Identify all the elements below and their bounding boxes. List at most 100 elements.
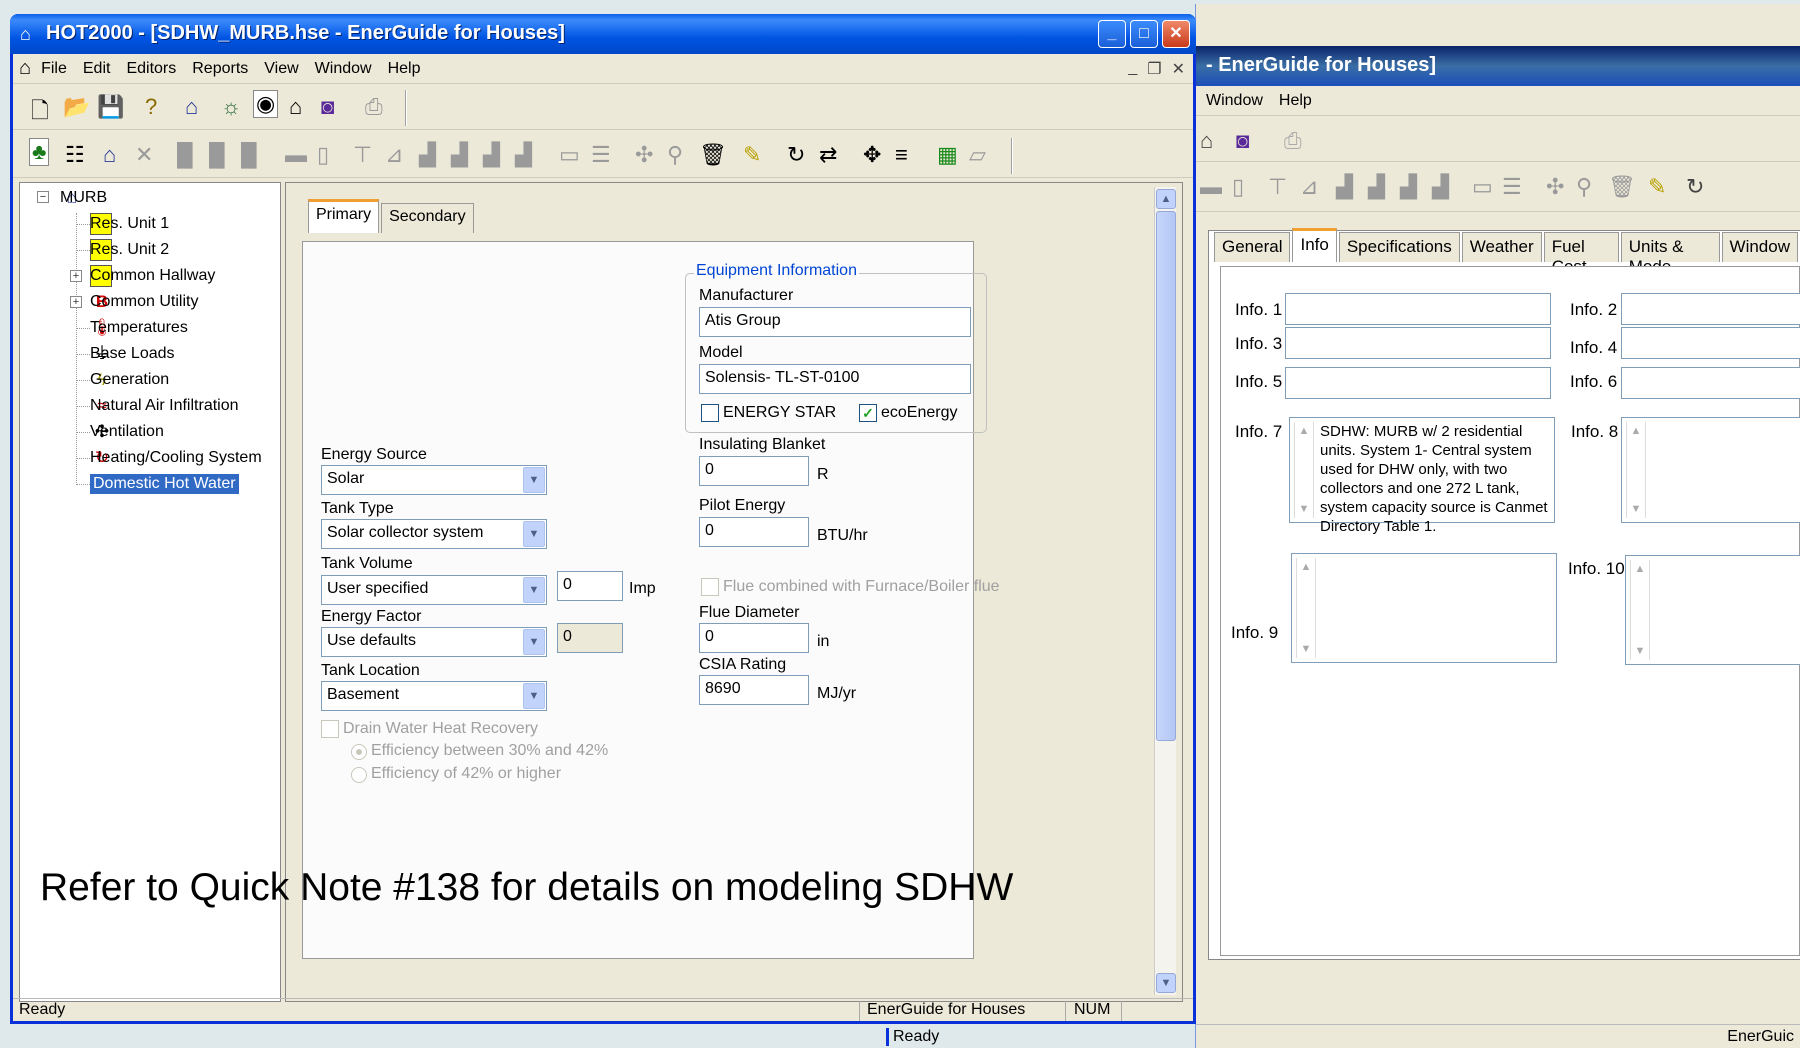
flue-combined-checkbox[interactable]	[701, 578, 719, 596]
scroll-up-icon[interactable]: ▲	[1297, 558, 1315, 576]
maximize-button[interactable]: □	[1130, 20, 1158, 48]
door-icon[interactable]: ▯	[317, 142, 329, 168]
wall2-icon[interactable]: ▟	[1368, 174, 1385, 200]
tab-weather[interactable]: Weather	[1461, 232, 1542, 262]
info-8-memo[interactable]: ▲ ▼	[1621, 417, 1800, 523]
tank-volume-field[interactable]: 0	[557, 571, 623, 601]
tree-item-generation[interactable]: ϟ Generation	[90, 367, 169, 393]
tank-type-select[interactable]: Solar collector system ▼	[321, 519, 547, 549]
delete-icon[interactable]: 🗑	[1608, 174, 1636, 200]
basement-icon[interactable]: ▟	[419, 142, 436, 168]
scroll-down-icon[interactable]: ▼	[1297, 640, 1315, 658]
efficiency-42-plus-radio[interactable]	[351, 767, 367, 783]
faucet-tool-icon[interactable]: ⚲	[667, 142, 683, 168]
weather-icon[interactable]: ☼	[221, 94, 241, 120]
stairs-icon[interactable]: ⊿	[1300, 174, 1318, 200]
beam-icon[interactable]: ⊤	[353, 142, 372, 168]
tree-item-ventilation[interactable]: ✣ Ventilation	[90, 419, 164, 445]
results-icon[interactable]: ▱	[969, 142, 986, 168]
scroll-down-icon[interactable]: ▼	[1631, 642, 1649, 660]
ruler-icon[interactable]: ✎	[743, 142, 761, 168]
bg-menu-help[interactable]: Help	[1279, 92, 1312, 111]
info-10-scrollbar[interactable]: ▲ ▼	[1630, 560, 1650, 660]
pilot-energy-field[interactable]: 0	[699, 517, 809, 547]
drain-water-checkbox[interactable]	[321, 720, 339, 738]
menu-view[interactable]: View	[256, 60, 306, 78]
tank-location-select[interactable]: Basement ▼	[321, 681, 547, 711]
menu-edit[interactable]: Edit	[75, 60, 119, 78]
stairs-icon[interactable]: ⊿	[385, 142, 403, 168]
delete-house-icon[interactable]: ✕	[135, 142, 153, 168]
open-folder-icon[interactable]: 📂	[63, 94, 90, 120]
vertical-scrollbar[interactable]: ▲ ▼	[1154, 187, 1176, 995]
energy-source-select[interactable]: Solar ▼	[321, 465, 547, 495]
info-10-memo[interactable]: ▲ ▼	[1625, 555, 1800, 665]
calculator-icon[interactable]: ▦	[937, 142, 958, 168]
walkout-icon[interactable]: ▟	[515, 142, 532, 168]
refresh-icon[interactable]: ↻	[1686, 174, 1704, 200]
flue-diameter-field[interactable]: 0	[699, 623, 809, 653]
tank-volume-select[interactable]: User specified ▼	[321, 575, 547, 605]
chevron-down-icon[interactable]: ▼	[523, 577, 545, 603]
scroll-up-icon[interactable]: ▲	[1631, 560, 1649, 578]
collapse-icon[interactable]: −	[37, 191, 49, 203]
move-icon[interactable]: ✥	[863, 142, 881, 168]
floor-icon[interactable]: █	[241, 142, 257, 168]
tab-fuel-cost[interactable]: Fuel Cost	[1543, 232, 1619, 276]
tree-item-temperatures[interactable]: 🌡 Temperatures	[90, 315, 188, 341]
energy-factor-field[interactable]: 0	[557, 623, 623, 653]
building-icon[interactable]: ⌂	[289, 94, 302, 120]
menu-help[interactable]: Help	[380, 60, 429, 78]
efficiency-30-42-radio[interactable]	[351, 744, 367, 760]
scroll-down-icon[interactable]: ▼	[1295, 500, 1313, 518]
tree-root-murb[interactable]: ⌂ MURB	[60, 185, 107, 211]
wall4-icon[interactable]: ▟	[1432, 174, 1449, 200]
info-4-field[interactable]	[1621, 327, 1800, 359]
model-field[interactable]: Solensis- TL-ST-0100	[699, 364, 971, 394]
ruler-icon[interactable]: ✎	[1648, 174, 1666, 200]
close-button[interactable]: ✕	[1162, 20, 1190, 48]
print-icon[interactable]: ⎙	[365, 94, 383, 120]
wall-icon[interactable]: █	[209, 142, 225, 168]
panel-icon[interactable]: ▭	[1472, 174, 1493, 200]
bg-menu-window[interactable]: Window	[1206, 92, 1263, 111]
layers-icon[interactable]: ≡	[895, 142, 908, 168]
info-3-field[interactable]	[1285, 327, 1551, 359]
chevron-down-icon[interactable]: ▼	[523, 521, 545, 547]
camera-icon[interactable]: ◙	[321, 94, 334, 120]
expand-icon[interactable]: +	[70, 296, 82, 308]
menu-editors[interactable]: Editors	[118, 60, 184, 78]
info-6-field[interactable]	[1621, 367, 1800, 399]
list-icon[interactable]: ☰	[591, 142, 611, 168]
tree-item-natural-air-infiltration[interactable]: ≈ Natural Air Infiltration	[90, 393, 239, 419]
insulating-blanket-field[interactable]: 0	[699, 456, 809, 486]
mdi-close-icon[interactable]: ✕	[1172, 59, 1185, 79]
tree-item-domestic-hot-water[interactable]: ⚲ Domestic Hot Water	[90, 471, 239, 497]
tab-general[interactable]: General	[1214, 232, 1291, 262]
menu-file[interactable]: File	[33, 60, 75, 78]
crawlspace-icon[interactable]: ▟	[451, 142, 468, 168]
wall-icon[interactable]: ▟	[1336, 174, 1353, 200]
house-icon[interactable]: ⌂	[185, 94, 198, 120]
faucet-tool-icon[interactable]: ⚲	[1576, 174, 1592, 200]
refresh-icon[interactable]: ↻	[787, 142, 805, 168]
tree-item-common-hallway[interactable]: Common Hallway	[90, 263, 215, 289]
tab-specifications[interactable]: Specifications	[1338, 232, 1460, 262]
window-icon[interactable]: ▬	[285, 142, 307, 168]
tree-view-icon[interactable]: ♣	[29, 138, 50, 166]
wall3-icon[interactable]: ▟	[1400, 174, 1417, 200]
menu-reports[interactable]: Reports	[184, 60, 256, 78]
scroll-down-icon[interactable]: ▼	[1156, 973, 1176, 993]
info-1-field[interactable]	[1285, 293, 1551, 325]
fan-tool-icon[interactable]: ✣	[1546, 174, 1564, 200]
info-8-scrollbar[interactable]: ▲ ▼	[1626, 422, 1646, 518]
new-file-icon[interactable]: 🗋	[31, 94, 49, 132]
info-2-field[interactable]	[1621, 293, 1800, 325]
info-7-scrollbar[interactable]: ▲ ▼	[1294, 422, 1314, 518]
list-view-icon[interactable]: ☷	[65, 142, 85, 168]
panel-icon[interactable]: ▭	[559, 142, 580, 168]
tree-item-heating-cooling[interactable]: ↻ Heating/Cooling System	[90, 445, 262, 471]
fan-tool-icon[interactable]: ✣	[635, 142, 653, 168]
swap-icon[interactable]: ⇄	[819, 142, 837, 168]
print-icon[interactable]: ⎙	[1284, 128, 1302, 154]
